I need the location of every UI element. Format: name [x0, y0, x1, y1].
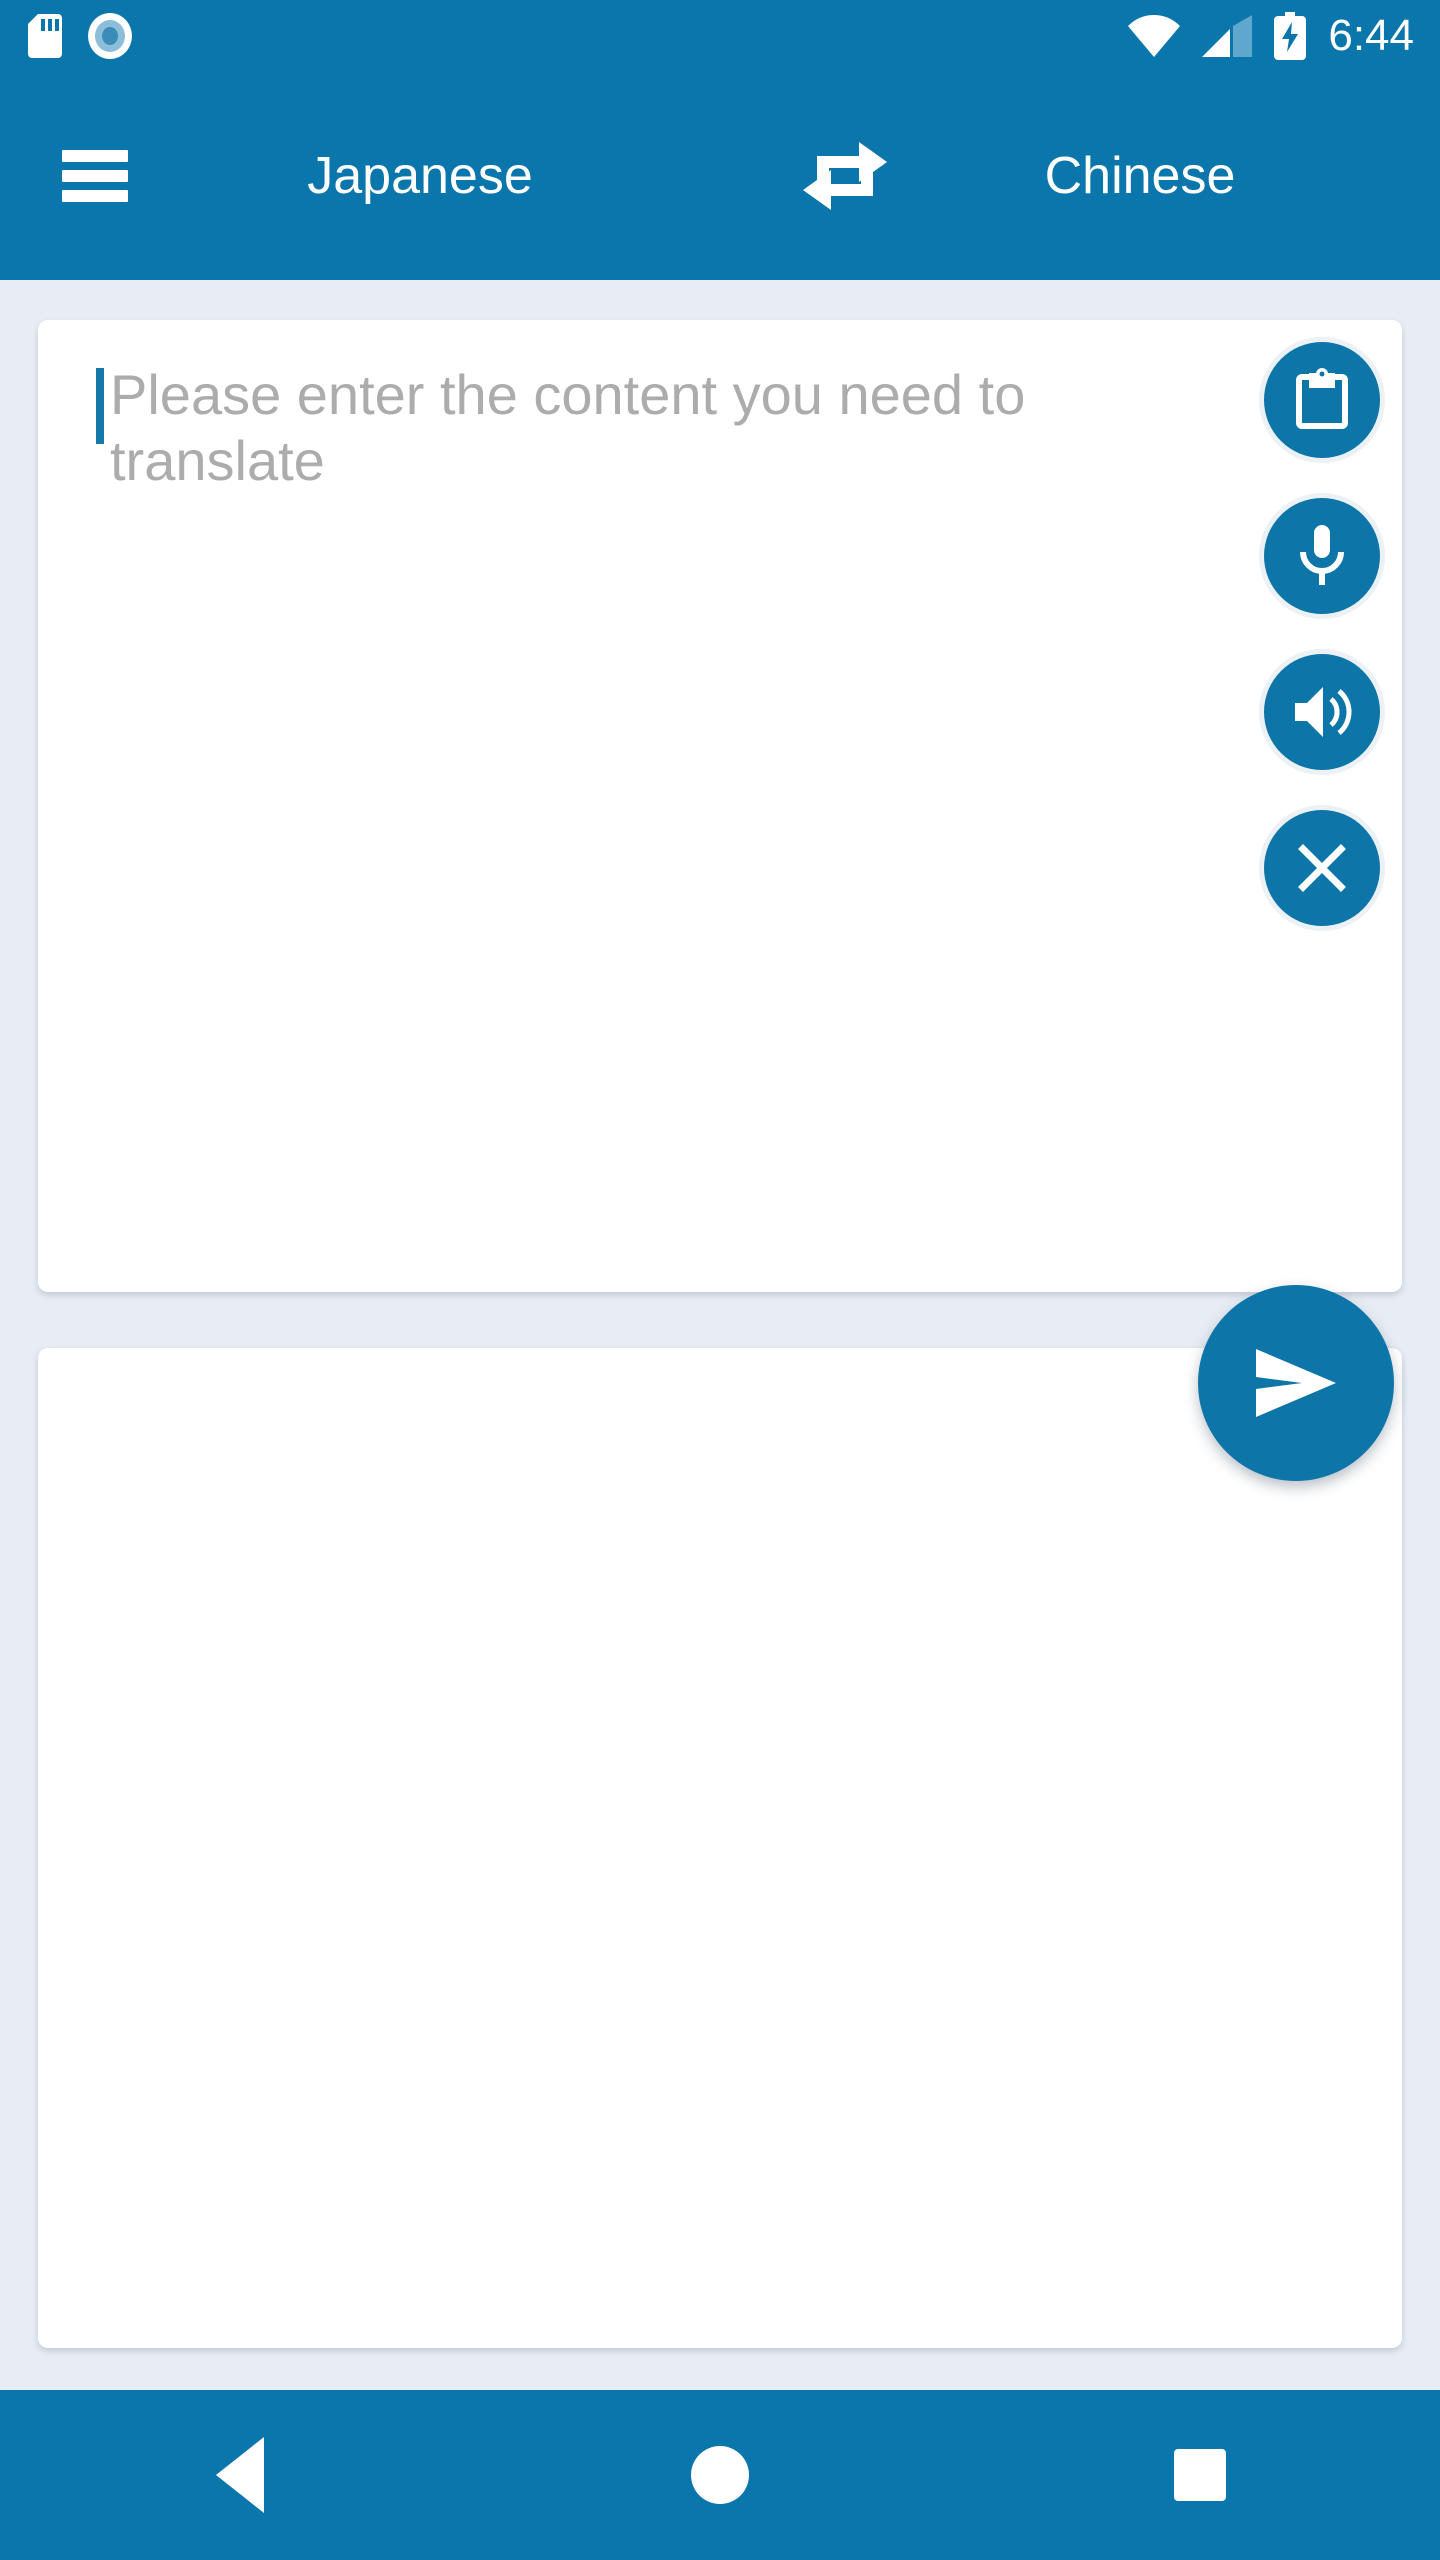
microphone-icon [1300, 525, 1344, 585]
status-bar-right-icons: 6:44 [1128, 12, 1440, 60]
source-text-placeholder: Please enter the content you need to tra… [110, 363, 1026, 492]
android-navigation-bar [0, 2390, 1440, 2560]
speaker-icon [1295, 687, 1352, 737]
source-text-input[interactable]: Please enter the content you need to tra… [96, 362, 1096, 493]
clipboard-icon [1296, 368, 1348, 429]
hamburger-menu-icon[interactable] [62, 150, 128, 202]
wifi-icon [1128, 15, 1181, 57]
recents-square-icon [1174, 2449, 1226, 2501]
cellular-signal-icon [1202, 15, 1253, 57]
nav-back-button[interactable] [150, 2390, 330, 2560]
back-triangle-icon [216, 2437, 264, 2513]
text-caret [96, 368, 104, 444]
translator-app-screen: 6:44 Japanese Chinese Please enter the c… [0, 0, 1440, 2560]
source-text-card[interactable]: Please enter the content you need to tra… [38, 320, 1402, 1292]
nav-recents-button[interactable] [1110, 2390, 1290, 2560]
paste-button[interactable] [1264, 342, 1380, 458]
nav-home-button[interactable] [630, 2390, 810, 2560]
status-bar-clock: 6:44 [1328, 11, 1414, 60]
app-bar: Japanese Chinese [0, 72, 1440, 280]
speak-button[interactable] [1264, 654, 1380, 770]
close-icon [1298, 844, 1346, 892]
source-language-selector[interactable]: Japanese [307, 146, 533, 206]
target-language-selector[interactable]: Chinese [1045, 146, 1236, 206]
home-circle-icon [691, 2446, 749, 2504]
translated-text-card[interactable] [38, 1348, 1402, 2348]
status-bar: 6:44 [0, 0, 1440, 72]
sd-card-icon [28, 14, 62, 58]
input-action-buttons [1264, 342, 1380, 926]
battery-charging-icon [1274, 12, 1307, 60]
translate-send-button[interactable] [1198, 1285, 1394, 1481]
swap-languages-icon[interactable] [797, 128, 893, 224]
screen-record-icon [88, 13, 132, 59]
status-bar-left-icons [0, 13, 132, 59]
voice-input-button[interactable] [1264, 498, 1380, 614]
main-content: Please enter the content you need to tra… [0, 280, 1440, 2390]
send-icon [1256, 1349, 1336, 1417]
clear-button[interactable] [1264, 810, 1380, 926]
menu-line-3 [62, 190, 128, 202]
menu-line-2 [62, 170, 128, 182]
menu-line-1 [62, 150, 128, 162]
